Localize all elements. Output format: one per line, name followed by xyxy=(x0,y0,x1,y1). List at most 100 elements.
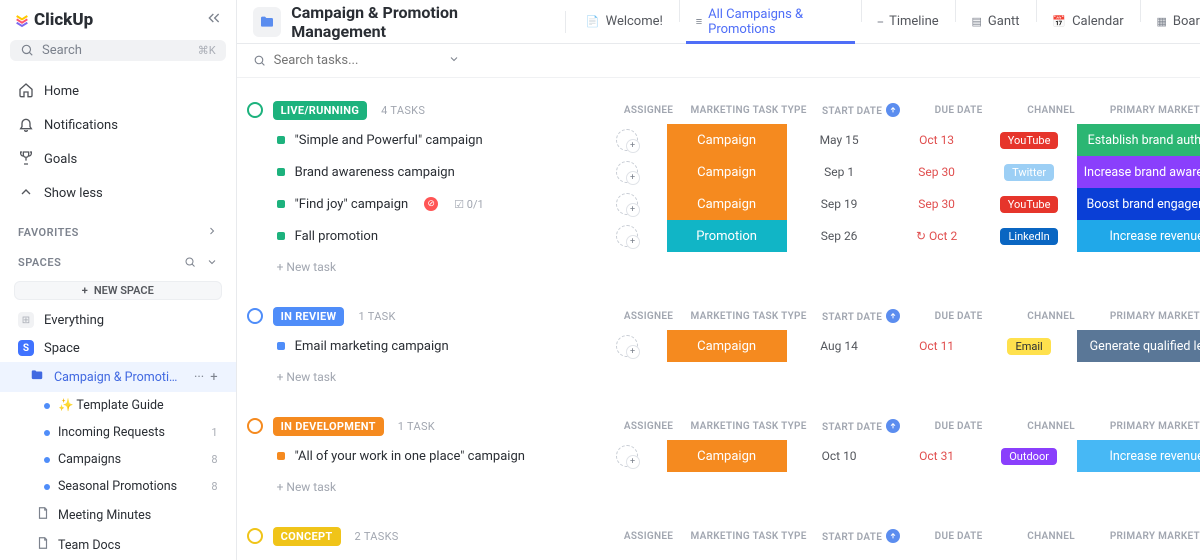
channel-chip[interactable]: YouTube xyxy=(1000,196,1059,213)
tab-board[interactable]: ▦Board xyxy=(1147,0,1200,44)
nav-home[interactable]: Home xyxy=(0,75,236,109)
list-item[interactable]: ✨ Template Guide xyxy=(0,392,236,419)
list-dot-icon xyxy=(44,403,50,409)
new-task-button[interactable]: + New task xyxy=(247,252,1200,274)
goal-pill[interactable]: Generate qualified leads xyxy=(1077,330,1200,362)
list-item[interactable]: Seasonal Promotions8 xyxy=(0,473,236,500)
task-row[interactable]: Brand awareness campaign Campaign Sep 1 … xyxy=(247,156,1200,188)
channel-chip[interactable]: Email xyxy=(1007,338,1050,355)
status-group: CONCEPT2 TASKS ASSIGNEEMARKETING TASK TY… xyxy=(247,522,1200,550)
status-ring-icon[interactable] xyxy=(247,528,263,544)
assignee-avatar[interactable] xyxy=(616,193,638,215)
assignee-avatar[interactable] xyxy=(616,129,638,151)
list-item[interactable]: Campaigns8 xyxy=(0,446,236,473)
due-date[interactable]: Oct 11 xyxy=(892,339,982,353)
search-spaces-icon[interactable] xyxy=(184,256,196,268)
new-space-button[interactable]: +NEW SPACE xyxy=(14,281,222,300)
column-header: DUE DATE xyxy=(914,531,1004,542)
due-date[interactable]: Oct 13 xyxy=(892,133,982,147)
search-tasks-input[interactable] xyxy=(274,53,440,68)
status-label[interactable]: IN REVIEW xyxy=(273,307,345,326)
assignee-avatar[interactable] xyxy=(616,225,638,247)
status-ring-icon[interactable] xyxy=(247,308,263,324)
due-date[interactable]: Sep 30 xyxy=(892,165,982,179)
task-type-pill[interactable]: Campaign xyxy=(667,124,787,156)
task-row[interactable]: "Simple and Powerful" campaign Campaign … xyxy=(247,124,1200,156)
folder-add-icon[interactable]: + xyxy=(210,370,217,385)
chevron-down-icon[interactable] xyxy=(206,256,218,268)
status-ring-icon[interactable] xyxy=(247,418,263,434)
folder-more-icon[interactable]: ··· xyxy=(194,370,204,385)
channel-chip[interactable]: YouTube xyxy=(1000,132,1059,149)
goal-pill[interactable]: Establish brand authority xyxy=(1077,124,1200,156)
task-type-pill[interactable]: Promotion xyxy=(667,220,787,252)
task-type-pill[interactable]: Campaign xyxy=(667,330,787,362)
sort-icon[interactable] xyxy=(886,529,900,543)
start-date[interactable]: Aug 14 xyxy=(787,339,892,353)
status-ring-icon[interactable] xyxy=(247,102,263,118)
goal-pill[interactable]: Boost brand engagement xyxy=(1077,188,1200,220)
collapse-sidebar-icon[interactable] xyxy=(206,10,222,30)
board-icon: ▦ xyxy=(1157,15,1167,28)
logo[interactable]: ClickUp xyxy=(14,10,93,30)
filter-bar xyxy=(237,44,1200,78)
nav-notifications[interactable]: Notifications xyxy=(0,109,236,143)
task-row[interactable]: "All of your work in one place" campaign… xyxy=(247,440,1200,472)
status-label[interactable]: CONCEPT xyxy=(273,527,341,546)
sidebar-folder-selected[interactable]: Campaign & Promotion M... ··· + xyxy=(0,362,236,392)
doc-item[interactable]: Meeting Minutes xyxy=(0,500,236,530)
status-square-icon xyxy=(277,200,285,208)
status-label[interactable]: IN DEVELOPMENT xyxy=(273,417,384,436)
channel-chip[interactable]: Twitter xyxy=(1004,164,1054,181)
chevron-down-icon[interactable] xyxy=(448,53,460,69)
task-row[interactable]: "Find joy" campaign⊘☑ 0/1 Campaign Sep 1… xyxy=(247,188,1200,220)
nav-goals[interactable]: Goals xyxy=(0,143,236,177)
task-type-pill[interactable]: Campaign xyxy=(667,156,787,188)
nav-show-less[interactable]: Show less xyxy=(0,177,236,211)
task-count: 2 TASKS xyxy=(355,530,399,543)
doc-item[interactable]: Team Docs xyxy=(0,530,236,560)
tab-gantt[interactable]: ▤Gantt xyxy=(962,0,1030,44)
list-item[interactable]: Incoming Requests1 xyxy=(0,419,236,446)
start-date[interactable]: May 15 xyxy=(787,133,892,147)
sidebar-search[interactable]: Search ⌘K xyxy=(10,40,226,61)
sidebar-item-everything[interactable]: ⊞ Everything xyxy=(0,306,236,334)
tab-timeline[interactable]: ⎯Timeline xyxy=(868,0,949,44)
start-date[interactable]: Sep 1 xyxy=(787,165,892,179)
goal-pill[interactable]: Increase revenue xyxy=(1077,220,1200,252)
task-type-pill[interactable]: Campaign xyxy=(667,440,787,472)
assignee-avatar[interactable] xyxy=(616,161,638,183)
channel-chip[interactable]: Outdoor xyxy=(1001,448,1057,465)
goal-pill[interactable]: Increase revenue xyxy=(1077,440,1200,472)
sort-icon[interactable] xyxy=(886,309,900,323)
goal-pill[interactable]: Increase brand awareness xyxy=(1077,156,1200,188)
sort-icon[interactable] xyxy=(886,419,900,433)
tab-all-campaigns-promotions[interactable]: ≡All Campaigns & Promotions xyxy=(686,0,855,44)
favorites-header[interactable]: FAVORITES xyxy=(0,215,236,246)
status-label[interactable]: LIVE/RUNNING xyxy=(273,101,368,120)
tab-calendar[interactable]: 📅Calendar xyxy=(1042,0,1133,44)
column-header: ASSIGNEE xyxy=(609,105,689,116)
due-date[interactable]: Sep 30 xyxy=(892,197,982,211)
status-square-icon xyxy=(277,342,285,350)
main: Campaign & Promotion Management 📄Welcome… xyxy=(237,0,1200,560)
sidebar-item-space[interactable]: S Space xyxy=(0,334,236,362)
task-row[interactable]: Fall promotion Promotion Sep 26 ↻ Oct 2 … xyxy=(247,220,1200,252)
new-task-button[interactable]: + New task xyxy=(247,362,1200,384)
home-icon xyxy=(18,82,34,102)
assignee-avatar[interactable] xyxy=(616,445,638,467)
column-header: DUE DATE xyxy=(914,311,1004,322)
start-date[interactable]: Sep 19 xyxy=(787,197,892,211)
assignee-avatar[interactable] xyxy=(616,335,638,357)
task-type-pill[interactable]: Campaign xyxy=(667,188,787,220)
tab-welcome-[interactable]: 📄Welcome! xyxy=(576,0,673,44)
channel-chip[interactable]: LinkedIn xyxy=(1000,228,1057,245)
new-task-button[interactable]: + New task xyxy=(247,472,1200,494)
start-date[interactable]: Sep 26 xyxy=(787,229,892,243)
task-row[interactable]: Email marketing campaign Campaign Aug 14… xyxy=(247,330,1200,362)
header-folder-icon[interactable] xyxy=(253,7,282,37)
due-date[interactable]: Oct 31 xyxy=(892,449,982,463)
sort-icon[interactable] xyxy=(886,103,900,117)
start-date[interactable]: Oct 10 xyxy=(787,449,892,463)
due-date[interactable]: ↻ Oct 2 xyxy=(892,229,982,243)
